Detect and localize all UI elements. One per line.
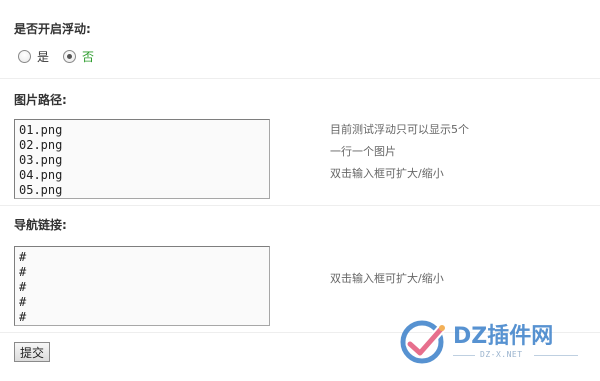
hint-double-click: 双击输入框可扩大/缩小 — [330, 272, 444, 285]
nav-link-textarea[interactable]: # # # # # — [14, 246, 270, 326]
dz-logo-icon — [400, 320, 447, 364]
image-path-hints: 目前测试浮动只可以显示5个 一行一个图片 双击输入框可扩大/缩小 — [330, 119, 469, 185]
watermark-line-left — [453, 355, 475, 356]
watermark-logo: DZ插件网 DZ-X.NET — [398, 316, 588, 368]
float-no-radio[interactable] — [63, 49, 77, 63]
hint-one-per-line: 一行一个图片 — [330, 145, 396, 158]
divider — [0, 205, 600, 206]
float-no-label[interactable]: 否 — [82, 48, 94, 65]
submit-button[interactable]: 提交 — [14, 342, 50, 362]
hint-double-click: 双击输入框可扩大/缩小 — [330, 167, 444, 180]
divider — [0, 78, 600, 79]
image-path-title: 图片路径: — [14, 93, 67, 107]
watermark-sub-text: DZ-X.NET — [480, 350, 523, 359]
hint-max-five: 目前测试浮动只可以显示5个 — [330, 123, 469, 136]
float-yes-label[interactable]: 是 — [37, 48, 49, 65]
watermark-logo-text: DZ插件网 — [453, 324, 554, 349]
watermark-line-right — [534, 355, 578, 356]
float-yes-radio[interactable] — [18, 49, 31, 63]
float-section-title: 是否开启浮动: — [14, 22, 91, 36]
nav-link-title: 导航链接: — [14, 218, 67, 232]
nav-link-hints: 双击输入框可扩大/缩小 — [330, 268, 444, 290]
image-path-textarea[interactable]: 01.png 02.png 03.png 04.png 05.png — [14, 119, 270, 199]
float-radio-group: 是 否 — [18, 48, 108, 64]
